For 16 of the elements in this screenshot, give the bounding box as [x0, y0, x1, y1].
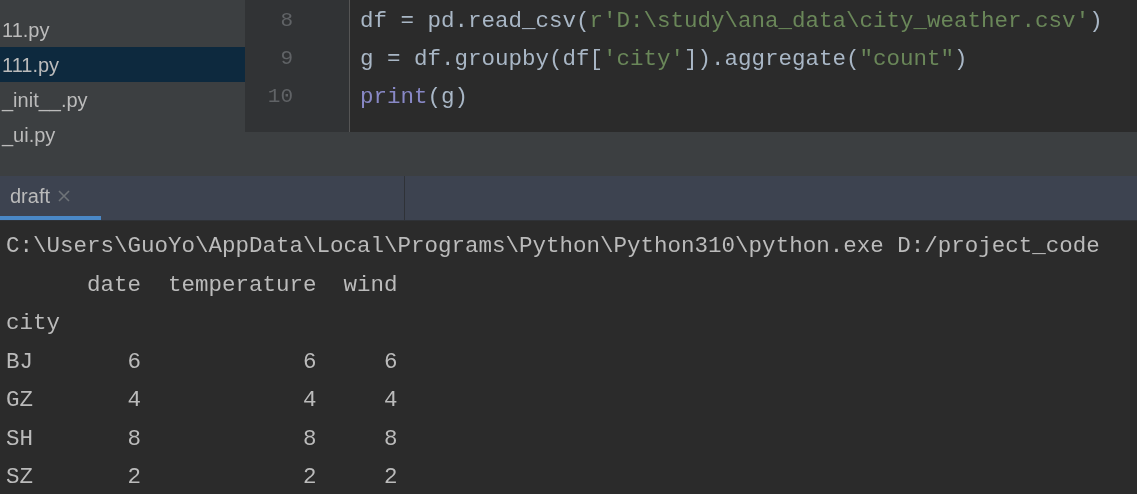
- close-icon[interactable]: [58, 190, 71, 202]
- file-item[interactable]: _init__.py: [0, 82, 245, 117]
- file-item[interactable]: _ui.py: [0, 117, 245, 152]
- file-item[interactable]: 11.py: [0, 12, 245, 47]
- console-line: date temperature wind: [86, 270, 399, 300]
- run-tab[interactable]: draft: [0, 176, 101, 220]
- console-line: SH 8 8 8: [5, 424, 399, 454]
- code-line: g = df.groupby(df['city']).aggregate("count"): [360, 45, 969, 74]
- console-line: city: [5, 309, 61, 338]
- code-line: df = pd.read_csv(r'D:\study\ana_data\city_weather.csv'): [360, 7, 1104, 36]
- console-line: C:\Users\GuoYo\AppData\Local\Programs\Python\Python310\python.exe D:/project_code: [5, 232, 1101, 261]
- file-item[interactable]: 111.py: [0, 47, 245, 82]
- console-line: GZ 4 4 4: [5, 386, 399, 415]
- console-line: BJ 6 6 6: [5, 347, 399, 377]
- code-line: print(g): [360, 83, 470, 112]
- console-line: SZ 2 2 2: [5, 463, 399, 492]
